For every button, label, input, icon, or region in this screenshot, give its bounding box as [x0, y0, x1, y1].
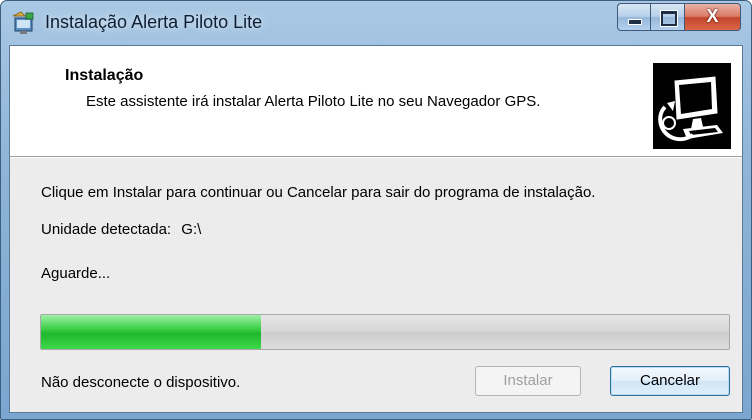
close-icon: X	[706, 6, 719, 26]
maximize-icon	[661, 11, 677, 26]
installer-icon	[12, 11, 34, 34]
status-text: Aguarde...	[41, 265, 111, 282]
detected-drive-value: G:\	[181, 221, 202, 238]
cancel-button[interactable]: Cancelar	[610, 366, 730, 396]
caption-buttons: X	[617, 3, 741, 33]
header-subtitle: Este assistente irá instalar Alerta Pilo…	[86, 93, 541, 110]
title-bar[interactable]: Instalação Alerta Piloto Lite X	[1, 1, 751, 45]
window-title: Instalação Alerta Piloto Lite	[45, 12, 263, 32]
install-button[interactable]: Instalar	[475, 366, 581, 396]
installer-window: Instalação Alerta Piloto Lite X Instalaç…	[0, 0, 752, 420]
dialog-client-area: Instalação Este assistente irá instalar …	[9, 45, 743, 413]
progress-fill	[41, 315, 262, 349]
maximize-button[interactable]	[651, 3, 685, 31]
header-panel: Instalação Este assistente irá instalar …	[10, 46, 742, 157]
computer-install-icon	[653, 63, 731, 149]
header-title: Instalação	[65, 67, 144, 84]
detected-drive-row: Unidade detectada: G:\	[41, 221, 201, 238]
close-button[interactable]: X	[685, 3, 741, 31]
minimize-button[interactable]	[617, 3, 651, 31]
warning-text: Não desconecte o dispositivo.	[41, 374, 241, 391]
detected-drive-label: Unidade detectada:	[41, 221, 172, 238]
instructions-text: Clique em Instalar para continuar ou Can…	[41, 184, 596, 201]
minimize-icon	[629, 20, 641, 24]
progress-bar	[40, 314, 730, 350]
